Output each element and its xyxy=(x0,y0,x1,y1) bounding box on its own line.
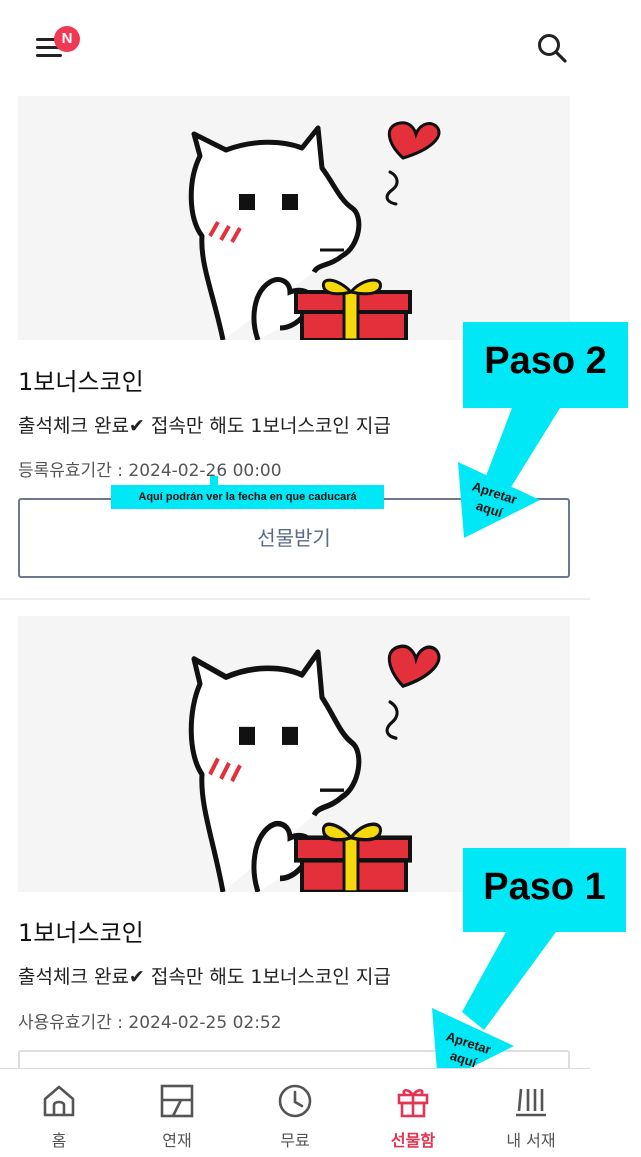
serial-icon xyxy=(160,1084,194,1118)
nav-label-library: 내 서재 xyxy=(506,1131,556,1150)
step-2-label: Paso 2 xyxy=(484,340,607,382)
step-1-label-box: Paso 1 xyxy=(463,848,626,932)
library-icon xyxy=(516,1088,546,1117)
nav-item-home[interactable]: 홈 xyxy=(0,1069,118,1157)
nav-item-free[interactable]: 무료 xyxy=(236,1069,354,1157)
step-2-label-box: Paso 2 xyxy=(463,322,628,408)
clock-icon xyxy=(278,1084,312,1118)
nav-item-gift-box[interactable]: 선물함 xyxy=(354,1069,472,1157)
bottom-navigation: 홈 연재 무료 선물함 내 서재 xyxy=(0,1068,590,1157)
nav-label-serial: 연재 xyxy=(162,1131,192,1150)
nav-label-gift-box: 선물함 xyxy=(390,1131,436,1150)
nav-item-library[interactable]: 내 서재 xyxy=(472,1069,590,1157)
nav-label-home: 홈 xyxy=(51,1131,67,1150)
nav-label-free: 무료 xyxy=(280,1131,310,1150)
step-1-label: Paso 1 xyxy=(483,866,606,908)
nav-item-serial[interactable]: 연재 xyxy=(118,1069,236,1157)
gift-icon xyxy=(397,1089,429,1118)
home-icon xyxy=(43,1085,75,1117)
annotation-arrows xyxy=(432,408,560,1084)
